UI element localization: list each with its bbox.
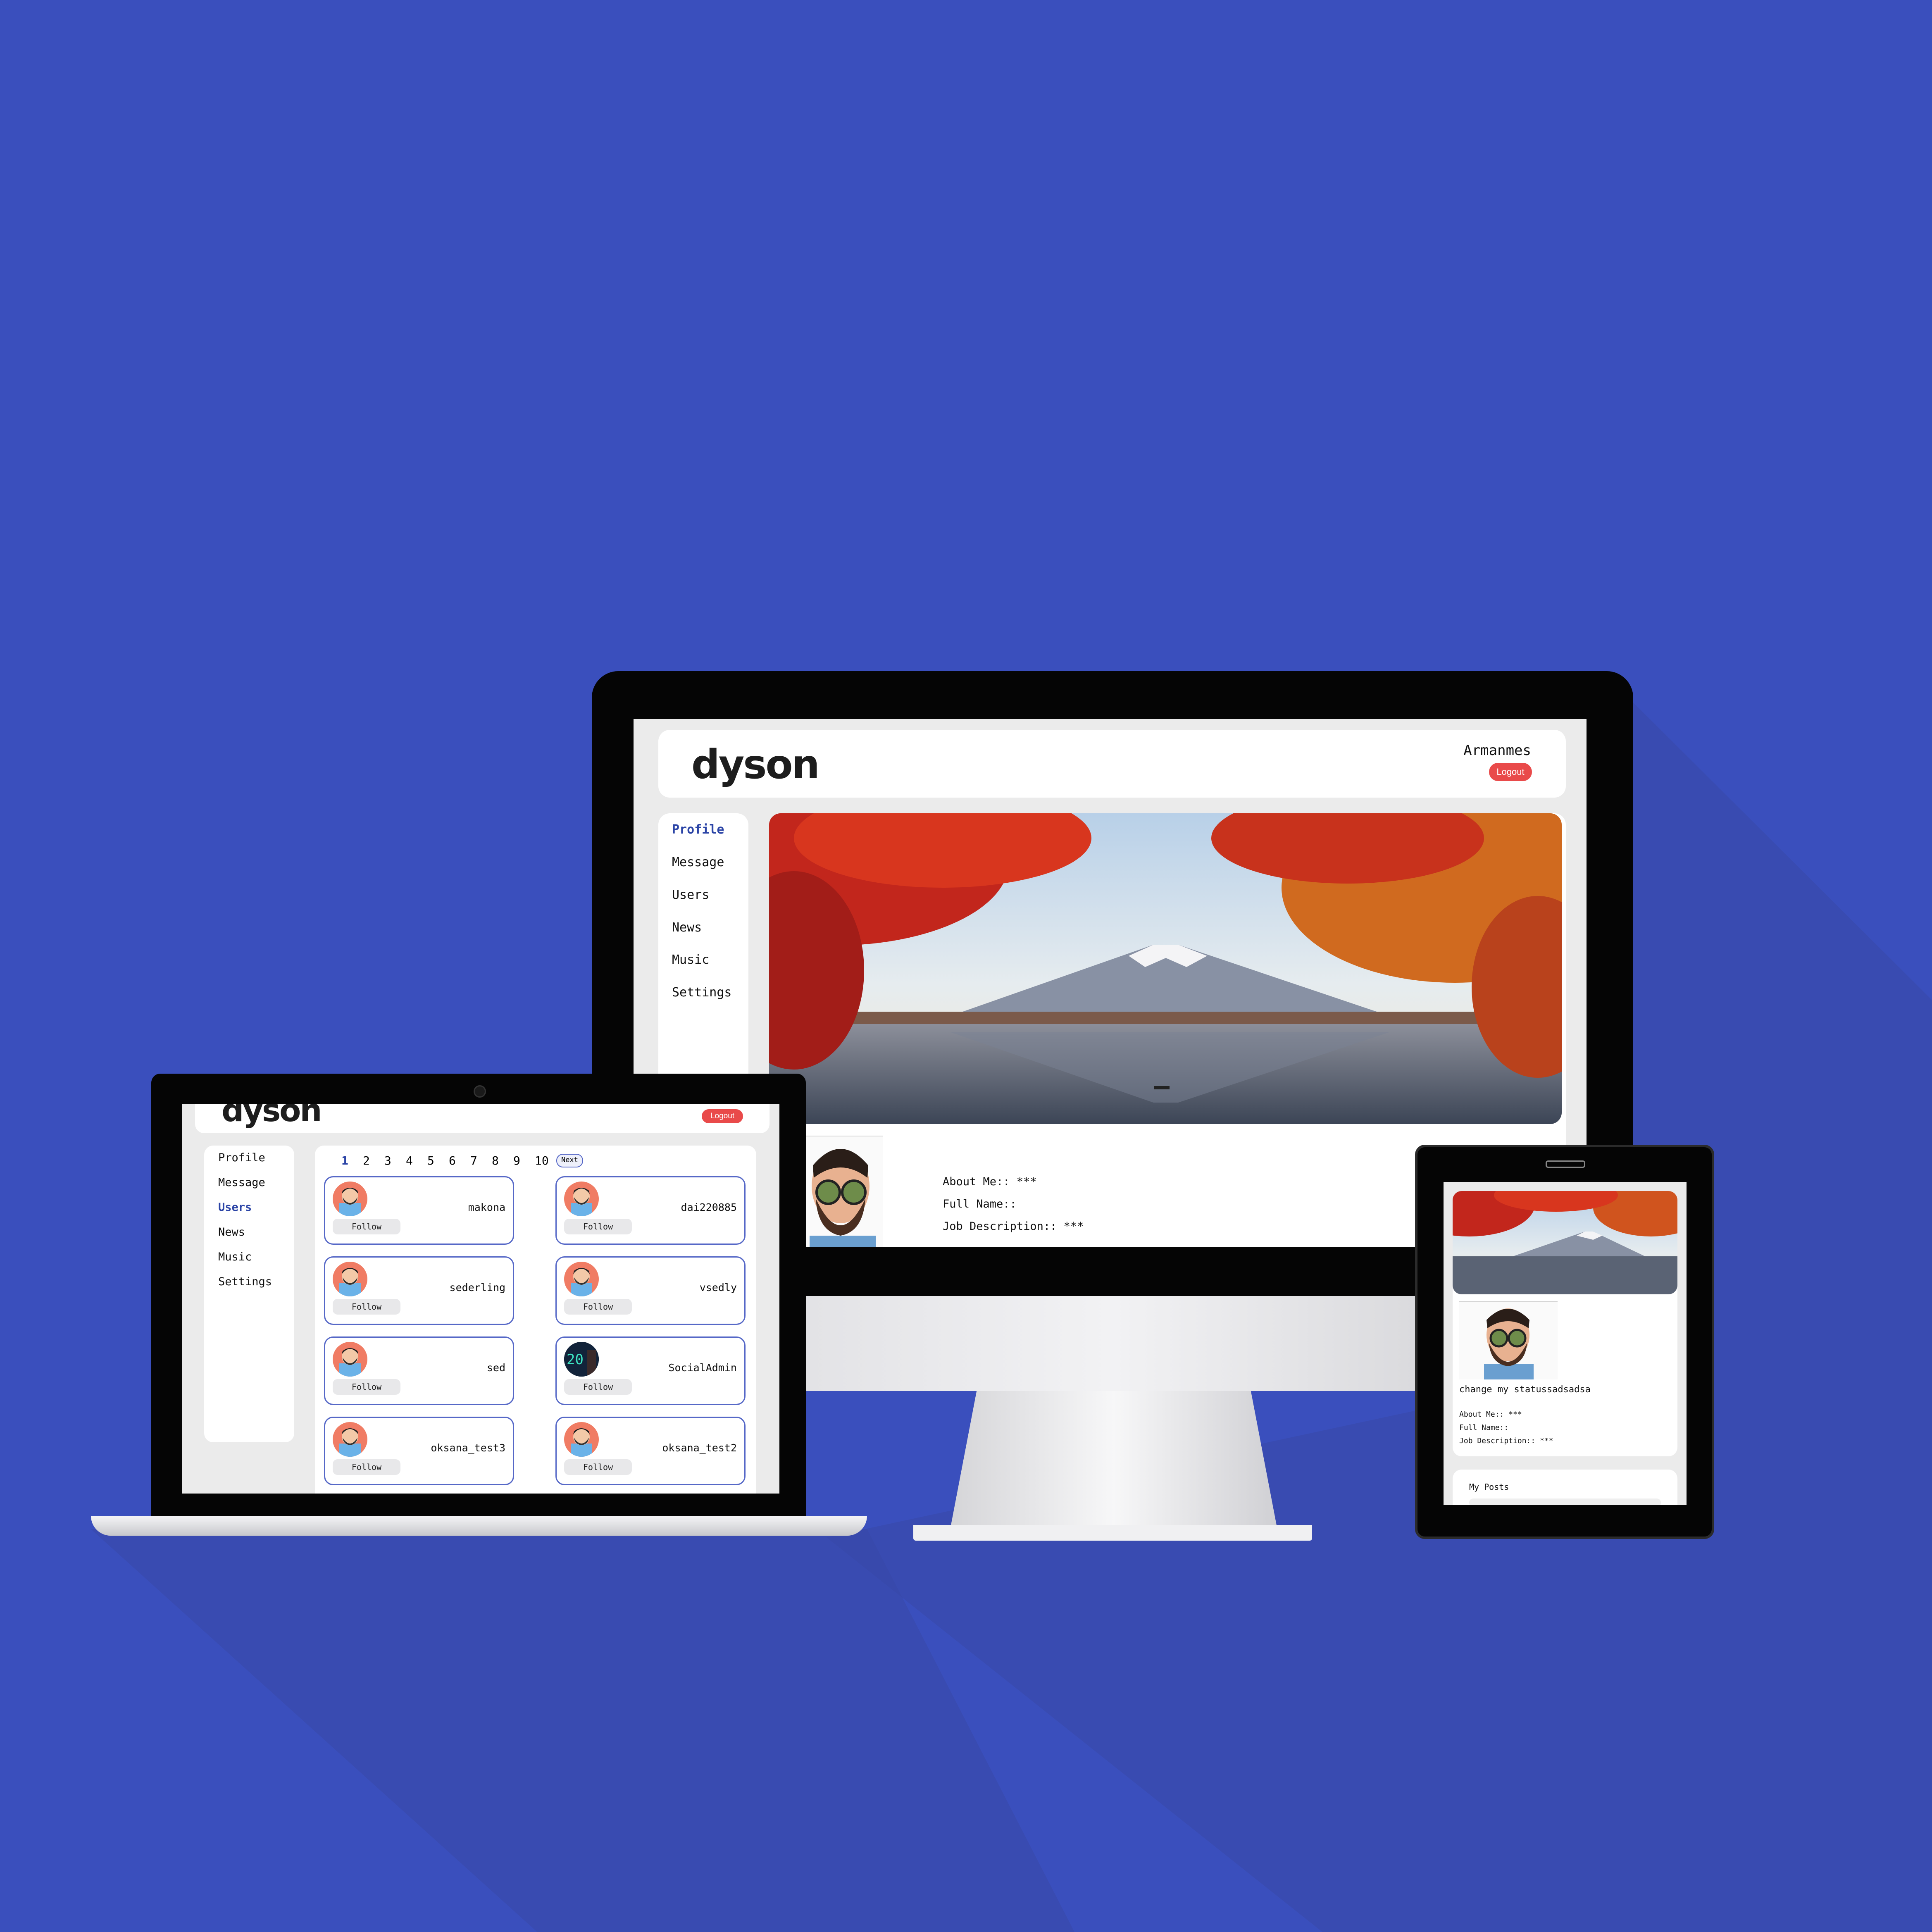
follow-button[interactable]: Follow — [333, 1379, 400, 1395]
job-description-text: Job Description:: *** — [943, 1220, 1084, 1233]
profile-avatar — [801, 1136, 883, 1247]
user-card[interactable]: vsedly Follow — [555, 1256, 746, 1325]
user-card[interactable]: sederling Follow — [324, 1256, 514, 1325]
laptop-nav-music[interactable]: Music — [218, 1251, 252, 1263]
full-name-text: Full Name:: — [943, 1198, 1017, 1210]
user-avatar — [333, 1262, 367, 1296]
desktop-header: dyson Armanmes Logout — [658, 730, 1566, 798]
tablet-cover-image — [1453, 1191, 1677, 1294]
nav-item-message[interactable]: Message — [672, 855, 724, 870]
laptop-nav-profile[interactable]: Profile — [218, 1151, 265, 1164]
user-avatar: 20 — [564, 1342, 599, 1377]
laptop-nav-users[interactable]: Users — [218, 1201, 252, 1214]
user-name[interactable]: sed — [487, 1362, 505, 1374]
laptop-nav-message[interactable]: Message — [218, 1176, 265, 1189]
page-link[interactable]: 9 — [513, 1154, 535, 1167]
logo[interactable]: dyson — [691, 741, 820, 788]
user-card[interactable]: sed Follow — [324, 1336, 514, 1405]
page-link[interactable]: 6 — [449, 1154, 470, 1167]
user-avatar — [333, 1182, 367, 1216]
user-name[interactable]: sederling — [450, 1282, 505, 1294]
tablet-about-me: About Me:: *** — [1459, 1410, 1522, 1419]
desktop-monitor-foot — [913, 1525, 1312, 1541]
my-posts-title: My Posts — [1469, 1482, 1509, 1492]
user-avatar — [333, 1342, 367, 1377]
user-name[interactable]: dai220885 — [681, 1201, 737, 1213]
page-link[interactable]: 10 — [535, 1154, 556, 1167]
user-card[interactable]: 20 SocialAdmin Follow — [555, 1336, 746, 1405]
follow-button[interactable]: Follow — [333, 1299, 400, 1315]
user-card[interactable]: oksana_test2 Follow — [555, 1417, 746, 1485]
follow-button[interactable]: Follow — [333, 1459, 400, 1475]
nav-item-news[interactable]: News — [672, 920, 702, 935]
page-link[interactable]: 2 — [363, 1154, 384, 1167]
laptop-sidebar: Profile Message Users News Music Setting… — [204, 1146, 294, 1442]
my-posts-card: My Posts — [1453, 1470, 1677, 1505]
user-name[interactable]: oksana_test3 — [431, 1442, 505, 1454]
user-name[interactable]: oksana_test2 — [662, 1442, 737, 1454]
user-avatar — [564, 1422, 599, 1457]
pagination: 1 2 3 4 5 6 7 8 9 10 Next — [341, 1154, 583, 1167]
page-link[interactable]: 3 — [384, 1154, 406, 1167]
tablet-profile-card: change my statussadsadsa About Me:: *** … — [1453, 1191, 1677, 1456]
post-input[interactable] — [1469, 1498, 1661, 1505]
page-link[interactable]: 8 — [492, 1154, 513, 1167]
desktop-monitor-stand — [951, 1391, 1277, 1527]
next-page-button[interactable]: Next — [556, 1154, 583, 1167]
laptop-logo[interactable]: dyson — [222, 1104, 322, 1129]
tablet-speaker — [1546, 1160, 1585, 1168]
nav-item-music[interactable]: Music — [672, 953, 709, 967]
nav-item-profile[interactable]: Profile — [672, 822, 724, 837]
laptop-screen: dyson Logout Profile Message Users News … — [182, 1104, 779, 1494]
status-text[interactable]: change my statussadsadsa — [1459, 1384, 1591, 1395]
laptop-nav-settings[interactable]: Settings — [218, 1275, 272, 1288]
username: Armanmes — [1463, 742, 1531, 759]
user-name[interactable]: SocialAdmin — [668, 1362, 737, 1374]
laptop-logout-button[interactable]: Logout — [702, 1109, 743, 1123]
follow-button[interactable]: Follow — [564, 1379, 632, 1395]
cover-image — [769, 813, 1562, 1124]
page-link[interactable]: 5 — [427, 1154, 449, 1167]
follow-button[interactable]: Follow — [333, 1219, 400, 1234]
user-name[interactable]: makona — [468, 1201, 505, 1213]
laptop-base — [91, 1516, 867, 1536]
follow-button[interactable]: Follow — [564, 1219, 632, 1234]
follow-button[interactable]: Follow — [564, 1299, 632, 1315]
user-name[interactable]: vsedly — [700, 1282, 737, 1294]
users-panel: 1 2 3 4 5 6 7 8 9 10 Next makona Follow … — [315, 1146, 756, 1494]
user-card[interactable]: makona Follow — [324, 1176, 514, 1245]
tablet-job-description: Job Description:: *** — [1459, 1436, 1553, 1445]
user-avatar — [333, 1422, 367, 1457]
laptop-nav-news[interactable]: News — [218, 1226, 245, 1239]
tablet-avatar-image — [1484, 1308, 1534, 1379]
laptop-header: dyson Logout — [195, 1104, 769, 1133]
page-link[interactable]: 1 — [341, 1154, 363, 1167]
laptop-camera — [474, 1085, 486, 1098]
tablet-full-name: Full Name:: — [1459, 1423, 1509, 1432]
follow-button[interactable]: Follow — [564, 1459, 632, 1475]
user-avatar — [564, 1262, 599, 1296]
page-link[interactable]: 4 — [406, 1154, 427, 1167]
user-card[interactable]: dai220885 Follow — [555, 1176, 746, 1245]
user-avatar — [564, 1182, 599, 1216]
tablet-screen: change my statussadsadsa About Me:: *** … — [1444, 1182, 1687, 1505]
svg-text:20: 20 — [567, 1351, 584, 1368]
nav-item-users[interactable]: Users — [672, 888, 709, 902]
tablet-avatar — [1459, 1301, 1558, 1379]
page-link[interactable]: 7 — [470, 1154, 492, 1167]
user-card[interactable]: oksana_test3 Follow — [324, 1417, 514, 1485]
avatar-image — [810, 1149, 876, 1247]
nav-item-settings[interactable]: Settings — [672, 985, 732, 1000]
logout-button[interactable]: Logout — [1489, 763, 1532, 781]
about-me-text: About Me:: *** — [943, 1175, 1037, 1188]
